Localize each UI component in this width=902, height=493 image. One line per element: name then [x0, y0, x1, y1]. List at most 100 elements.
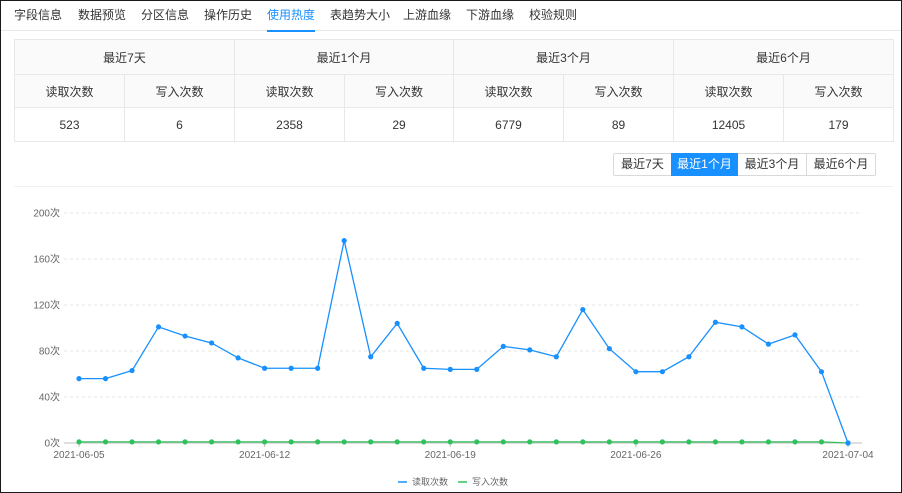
write-count-7d: 6	[124, 107, 235, 142]
data-point-series-0	[182, 333, 188, 339]
data-point-series-0	[235, 355, 241, 361]
tab-usage-heat[interactable]: 使用热度	[267, 1, 316, 32]
read-count-1m: 2358	[234, 107, 345, 142]
data-point-series-1	[633, 439, 639, 445]
data-point-series-1	[447, 439, 453, 445]
tab-downstream-lineage[interactable]: 下游血缘	[466, 1, 514, 31]
data-point-series-1	[129, 439, 135, 445]
data-point-series-0	[792, 332, 798, 338]
data-point-series-1	[182, 439, 188, 445]
data-point-series-1	[686, 439, 692, 445]
x-tick-label: 2021-07-04	[822, 450, 874, 461]
data-point-series-1	[739, 439, 745, 445]
write-count-header: 写入次数	[563, 74, 674, 108]
data-point-series-0	[818, 369, 825, 375]
data-point-series-1	[421, 439, 427, 445]
data-point-series-0	[553, 354, 559, 360]
write-count-header: 写入次数	[124, 74, 235, 108]
tab-partition-info[interactable]: 分区信息	[141, 1, 189, 31]
read-count-header: 读取次数	[453, 74, 564, 108]
data-point-series-1	[765, 439, 772, 445]
tab-validation-rules[interactable]: 校验规则	[529, 1, 577, 31]
data-point-series-0	[262, 365, 268, 371]
data-point-series-0	[659, 369, 665, 375]
data-point-series-0	[288, 365, 294, 371]
data-point-series-0	[394, 320, 400, 326]
range-6m-button[interactable]: 最近6个月	[806, 153, 876, 176]
data-point-series-0	[76, 376, 82, 382]
data-point-series-1	[288, 439, 294, 445]
section-divider	[14, 186, 893, 187]
data-point-series-0	[606, 346, 612, 352]
data-point-series-0	[421, 365, 427, 371]
data-point-series-1	[208, 439, 215, 445]
x-tick-label: 2021-06-26	[610, 450, 662, 461]
x-tick-label: 2021-06-12	[239, 450, 291, 461]
data-point-series-1	[580, 439, 586, 445]
y-tick-label: 120次	[33, 299, 60, 312]
data-point-series-0	[447, 366, 453, 372]
period-header-1m: 最近1个月	[234, 39, 454, 75]
data-point-series-1	[500, 439, 506, 445]
data-point-series-1	[262, 439, 268, 445]
write-count-1m: 29	[344, 107, 454, 142]
x-tick-label: 2021-06-05	[53, 450, 105, 461]
data-point-series-0	[208, 340, 215, 346]
period-header-row: 最近7天 最近1个月 最近3个月 最近6个月	[14, 39, 894, 75]
y-tick-label: 0次	[44, 437, 60, 450]
data-point-series-0	[580, 307, 586, 313]
data-point-series-1	[553, 439, 559, 445]
data-point-series-1	[368, 439, 374, 445]
data-point-series-1	[606, 439, 612, 445]
read-count-6m: 12405	[673, 107, 784, 142]
data-point-series-0	[686, 354, 692, 360]
data-point-series-0	[633, 369, 639, 375]
x-tick-label: 2021-06-19	[425, 450, 477, 461]
data-point-series-1	[712, 439, 719, 445]
data-point-series-1	[527, 439, 533, 445]
write-count-6m: 179	[783, 107, 894, 142]
data-point-series-0	[845, 440, 851, 446]
read-count-header: 读取次数	[234, 74, 345, 108]
data-point-series-0	[341, 238, 347, 244]
data-point-series-1	[155, 439, 162, 445]
tab-operation-history[interactable]: 操作历史	[204, 1, 252, 31]
legend-label: 写入次数	[472, 476, 508, 487]
tab-table-size-trend[interactable]: 表趋势大小	[330, 1, 390, 31]
data-point-series-0	[474, 366, 480, 372]
tab-data-preview[interactable]: 数据预览	[78, 1, 126, 31]
y-tick-label: 40次	[39, 391, 60, 404]
data-point-series-1	[102, 439, 109, 445]
y-tick-label: 200次	[33, 207, 60, 220]
data-point-series-1	[341, 439, 347, 445]
write-count-header: 写入次数	[344, 74, 454, 108]
data-point-series-1	[76, 439, 82, 445]
usage-trend-chart: 0次 40次 80次 120次 160次 200次 2021-06-05 2021-06-12…	[33, 207, 874, 488]
period-header-3m: 最近3个月	[453, 39, 674, 75]
data-point-series-1	[474, 439, 480, 445]
data-point-series-1	[235, 439, 241, 445]
read-count-3m: 6779	[453, 107, 564, 142]
data-point-series-0	[739, 324, 745, 330]
y-tick-label: 160次	[33, 253, 60, 266]
tab-upstream-lineage[interactable]: 上游血缘	[403, 1, 451, 31]
data-point-series-0	[712, 319, 719, 325]
range-3m-button[interactable]: 最近3个月	[737, 153, 807, 176]
tab-bar: 字段信息 数据预览 分区信息 操作历史 使用热度 表趋势大小 上游血缘 下游血缘…	[1, 1, 901, 32]
data-point-series-0	[527, 347, 533, 353]
tab-field-info[interactable]: 字段信息	[14, 1, 62, 31]
range-1m-button[interactable]: 最近1个月	[671, 153, 738, 176]
values-row: 523 6 2358 29 6779 89 12405 179	[14, 107, 894, 142]
period-header-6m: 最近6个月	[673, 39, 894, 75]
range-7d-button[interactable]: 最近7天	[613, 153, 672, 176]
read-count-header: 读取次数	[14, 74, 125, 108]
data-point-series-1	[792, 439, 798, 445]
data-point-series-0	[129, 367, 135, 374]
write-count-3m: 89	[563, 107, 674, 142]
write-count-header: 写入次数	[783, 74, 894, 108]
data-point-series-0	[368, 354, 374, 360]
data-point-series-0	[102, 376, 109, 382]
legend-label: 读取次数	[412, 476, 448, 487]
series-line-0	[79, 240, 849, 444]
metric-header-row: 读取次数 写入次数 读取次数 写入次数 读取次数 写入次数 读取次数 写入次数	[14, 74, 894, 108]
